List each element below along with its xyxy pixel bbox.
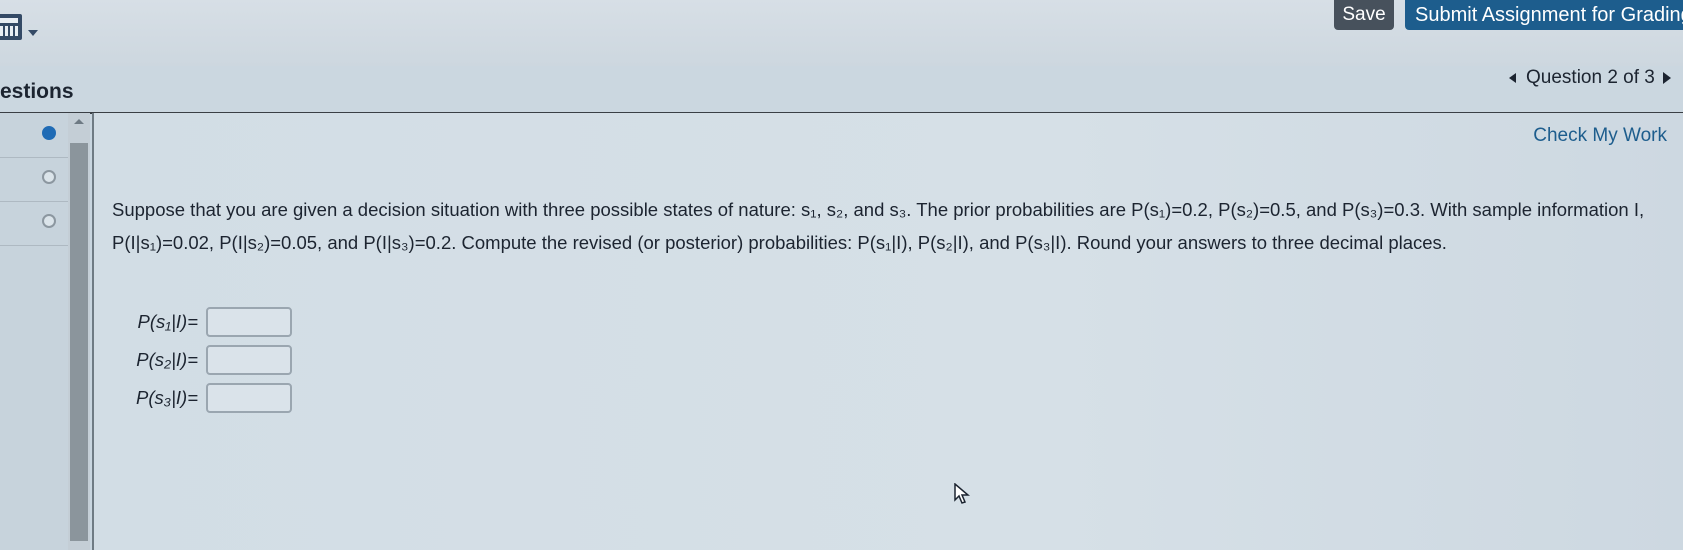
question-counter: Question 2 of 3 [1526,67,1655,88]
top-toolbar: Save Submit Assignment for Grading [0,0,1683,66]
question-item-3[interactable] [0,201,68,246]
answer-input-s3[interactable] [206,383,292,413]
answer-row: P(s₂|I)= [122,341,292,379]
mouse-cursor-icon [954,483,970,504]
calculator-screen [0,18,18,23]
calculator-icon[interactable] [0,14,22,40]
answer-input-s2[interactable] [206,345,292,375]
check-my-work-link[interactable]: Check My Work [1533,125,1667,147]
prev-question-icon[interactable] [1509,73,1516,83]
questions-title: estions [0,80,74,103]
answer-row: P(s₁|I)= [122,303,292,341]
question-content: Check My Work Suppose that you are given… [92,113,1683,550]
calculator-keys [0,26,18,36]
question-list [0,113,68,550]
problem-statement: Suppose that you are given a decision si… [112,199,1645,253]
scroll-up-icon[interactable] [74,119,84,124]
dropdown-caret-icon[interactable] [28,30,38,36]
submit-assignment-button[interactable]: Submit Assignment for Grading [1405,0,1683,30]
question-list-scrollbar[interactable] [68,113,90,550]
scroll-thumb[interactable] [70,143,88,541]
save-button[interactable]: Save [1334,0,1394,30]
answer-label: P(s₃|I)= [136,387,198,408]
answer-label: P(s₁|I)= [137,311,199,332]
answer-fields: P(s₁|I)= P(s₂|I)= P(s₃|I)= [122,303,292,417]
question-navigator: Question 2 of 3 [1509,66,1671,90]
questions-header [0,66,1683,114]
current-question-indicator [42,126,56,140]
unanswered-question-indicator [42,170,56,184]
answer-label: P(s₂|I)= [136,349,198,370]
next-question-icon[interactable] [1662,72,1671,84]
answer-input-s1[interactable] [206,307,292,337]
question-item-2[interactable] [0,157,68,202]
question-item-1[interactable] [0,113,68,158]
unanswered-question-indicator [42,214,56,228]
answer-row: P(s₃|I)= [122,379,292,417]
